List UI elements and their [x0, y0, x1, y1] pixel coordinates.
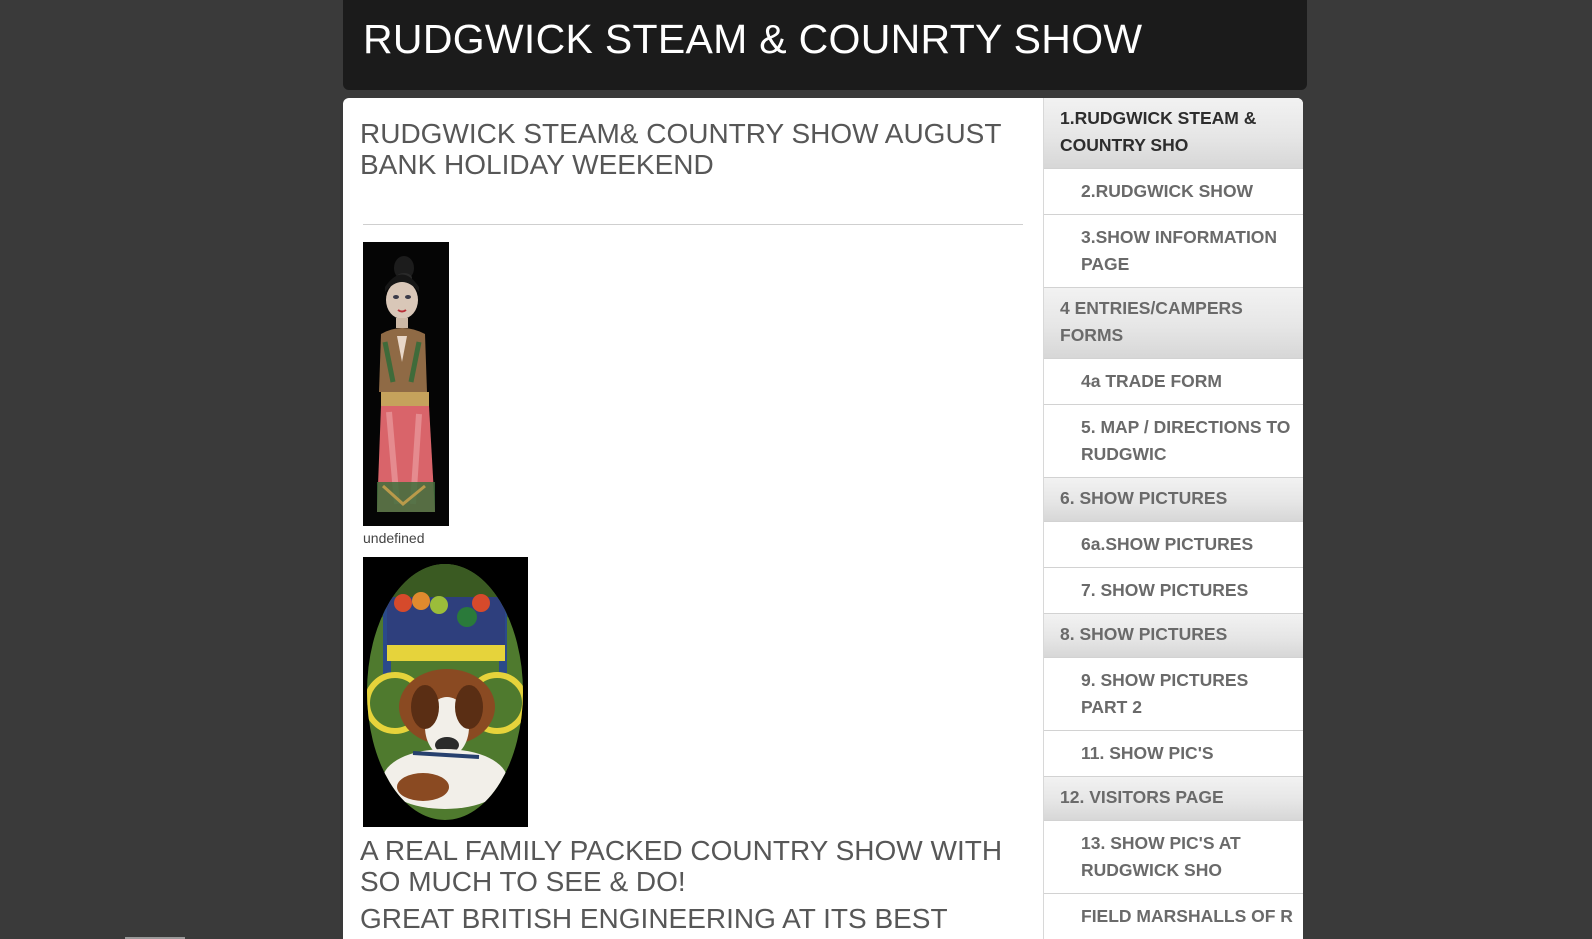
nav-item-rudgwick-steam-country-show[interactable]: 1.RUDGWICK STEAM & COUNTRY SHO: [1044, 98, 1303, 169]
family-heading: A REAL FAMILY PACKED COUNTRY SHOW WITH S…: [360, 835, 1003, 897]
engineering-heading: GREAT BRITISH ENGINEERING AT ITS BEST: [360, 903, 948, 934]
nav-item-field-marshalls[interactable]: FIELD MARSHALLS OF R: [1044, 894, 1303, 939]
statue-caption: undefined: [363, 530, 425, 546]
divider: [363, 224, 1023, 225]
nav-item-show-pictures-part-2[interactable]: 9. SHOW PICTURES PART 2: [1044, 658, 1303, 731]
nav-item-show-pictures-6a[interactable]: 6a.SHOW PICTURES: [1044, 522, 1303, 568]
page-title: RUDGWICK STEAM& COUNTRY SHOW AUGUST BANK…: [360, 118, 1001, 180]
sidebar-nav: 1.RUDGWICK STEAM & COUNTRY SHO 2.RUDGWIC…: [1043, 98, 1303, 939]
nav-item-show-information-page[interactable]: 3.SHOW INFORMATION PAGE: [1044, 215, 1303, 288]
nav-item-show-pics-at-rudgwick[interactable]: 13. SHOW PIC'S AT RUDGWICK SHO: [1044, 821, 1303, 894]
nav-item-entries-campers-forms[interactable]: 4 ENTRIES/CAMPERS FORMS: [1044, 288, 1303, 359]
main-content: RUDGWICK STEAM& COUNTRY SHOW AUGUST BANK…: [343, 98, 1043, 939]
nav-item-rudgwick-show[interactable]: 2.RUDGWICK SHOW: [1044, 169, 1303, 215]
statue-photo: [363, 242, 449, 526]
nav-item-trade-form[interactable]: 4a TRADE FORM: [1044, 359, 1303, 405]
site-header: RUDGWICK STEAM & COUNRTY SHOW: [343, 0, 1307, 90]
nav-item-visitors-page[interactable]: 12. VISITORS PAGE: [1044, 777, 1303, 821]
nav-item-show-pictures-8[interactable]: 8. SHOW PICTURES: [1044, 614, 1303, 658]
page-panel: RUDGWICK STEAM& COUNTRY SHOW AUGUST BANK…: [343, 98, 1303, 939]
nav-item-show-pics-11[interactable]: 11. SHOW PIC'S: [1044, 731, 1303, 777]
dog-cart-photo: [363, 557, 528, 827]
site-title[interactable]: RUDGWICK STEAM & COUNRTY SHOW: [363, 16, 1142, 63]
nav-item-map-directions[interactable]: 5. MAP / DIRECTIONS TO RUDGWIC: [1044, 405, 1303, 478]
nav-item-show-pictures-6[interactable]: 6. SHOW PICTURES: [1044, 478, 1303, 522]
nav-item-show-pictures-7[interactable]: 7. SHOW PICTURES: [1044, 568, 1303, 614]
